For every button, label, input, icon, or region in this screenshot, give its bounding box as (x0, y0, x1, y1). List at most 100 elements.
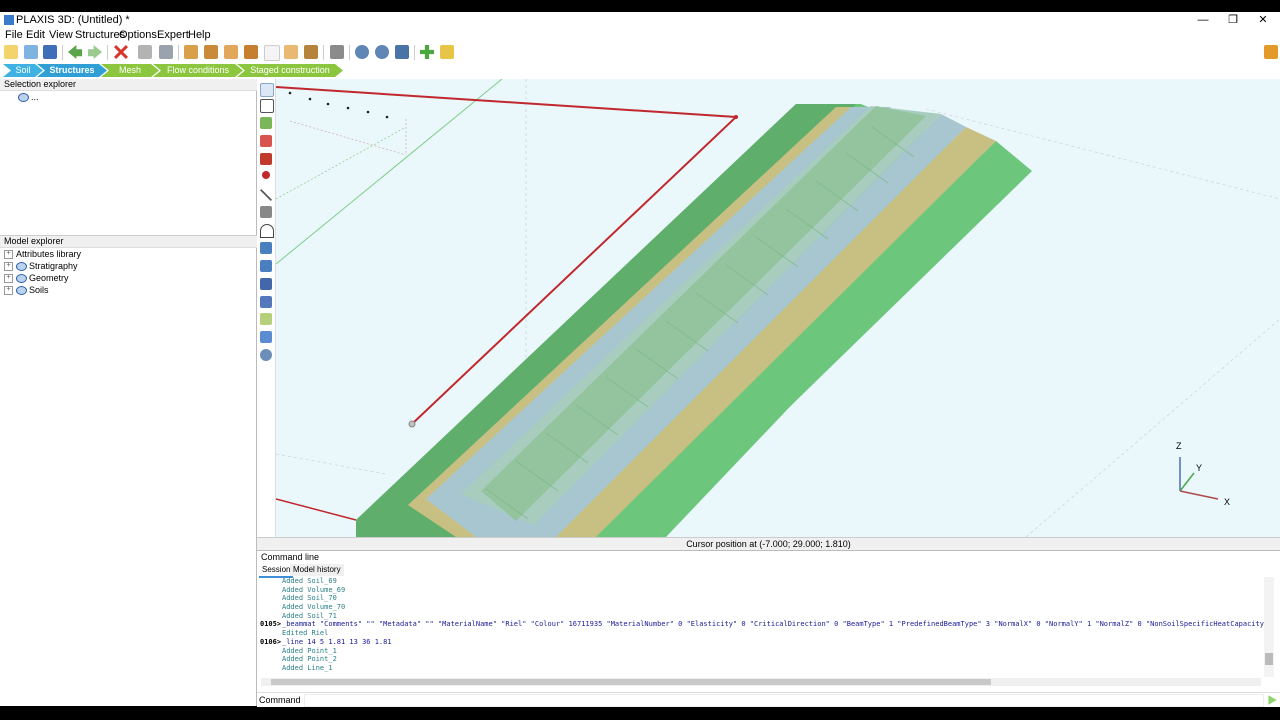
tree-item-soils[interactable]: + Soils (4, 284, 49, 296)
axis-x-label: X (1224, 497, 1230, 507)
log-horizontal-scrollbar[interactable] (261, 678, 1261, 686)
structures-toolbar (257, 79, 276, 537)
model-explorer-header: Model explorer (0, 235, 259, 248)
expand-icon[interactable]: + (4, 262, 13, 272)
left-panel: Selection explorer ... Model explorer + A… (0, 79, 259, 706)
create-borehole-icon[interactable] (260, 135, 272, 147)
axis-z-label: Z (1176, 441, 1182, 451)
eye-icon[interactable] (16, 274, 27, 284)
log-line-text: Added Soil_69 (282, 577, 337, 585)
menu-view[interactable]: View (49, 29, 73, 41)
select-options-icon[interactable] (440, 45, 454, 59)
tab-staged-construction[interactable]: Staged construction (237, 64, 343, 77)
redo-icon[interactable] (88, 45, 102, 59)
view-front-icon[interactable] (204, 45, 218, 59)
log-line-text: Added Line_1 (282, 663, 333, 672)
tunnel-designer-icon[interactable] (260, 224, 274, 238)
expand-icon[interactable]: + (4, 274, 13, 284)
tab-mesh[interactable]: Mesh (101, 64, 159, 77)
create-drain-icon[interactable] (260, 313, 272, 325)
log-line-text: Added Soil_71 (282, 611, 337, 620)
import-geometry-icon[interactable] (138, 45, 152, 59)
tab-session[interactable]: Session (259, 564, 294, 578)
command-input[interactable] (304, 694, 1264, 707)
create-distributed-load-icon[interactable] (260, 260, 272, 272)
menu-options[interactable]: Options (119, 29, 157, 41)
expand-icon[interactable]: + (4, 250, 13, 260)
create-surface-icon[interactable] (260, 99, 274, 113)
array-icon[interactable] (260, 153, 272, 165)
log-line: Added Line_1 (260, 664, 1265, 673)
menu-structures[interactable]: Structures (75, 29, 125, 41)
open-project-icon[interactable] (24, 45, 38, 59)
tree-item-stratigraphy[interactable]: + Stratigraphy (4, 260, 78, 272)
create-point-icon[interactable] (262, 171, 270, 179)
tree-item-attributes-library[interactable]: + Attributes library (4, 248, 81, 260)
title-bar: PLAXIS 3D: (Untitled) * — ❐ ✕ (0, 12, 1280, 29)
zoom-in-icon[interactable] (355, 45, 369, 59)
view-top-icon[interactable] (284, 45, 298, 59)
eye-icon[interactable] (18, 93, 29, 103)
window-title: PLAXIS 3D: (Untitled) * (16, 14, 130, 26)
undo-icon[interactable] (68, 45, 82, 59)
print-icon[interactable] (159, 45, 173, 59)
menu-file[interactable]: File (5, 29, 23, 41)
model-view[interactable]: Z Y X (276, 79, 1280, 537)
expand-icon[interactable]: + (4, 286, 13, 296)
hide-show-icon[interactable] (330, 45, 344, 59)
3d-viewport[interactable]: Z Y X (276, 79, 1280, 537)
log-line-text: Added Soil_70 (282, 594, 337, 603)
view-home-icon[interactable] (184, 45, 198, 59)
log-vertical-scrollbar[interactable] (1264, 577, 1274, 677)
run-command-icon[interactable] (1268, 695, 1277, 705)
create-interface-icon[interactable] (260, 278, 272, 290)
scroll-thumb[interactable] (1265, 653, 1273, 665)
create-well-icon[interactable] (260, 331, 272, 343)
command-panel: Command line Session Model history Added… (257, 550, 1280, 707)
eye-icon[interactable] (16, 262, 27, 272)
tree-item-label: Geometry (29, 273, 69, 283)
selection-item-label: ... (31, 92, 39, 102)
new-project-icon[interactable] (4, 45, 18, 59)
view-left-icon[interactable] (244, 45, 258, 59)
menu-expert[interactable]: Expert (157, 29, 189, 41)
point-2[interactable] (734, 115, 738, 119)
create-load-icon[interactable] (260, 242, 272, 254)
select-cursor-icon[interactable] (260, 83, 274, 97)
command-label: Command (259, 695, 301, 705)
restore-button[interactable]: ❐ (1218, 13, 1248, 28)
log-line-text: _beammat "Comments" "" "Metadata" "" "Ma… (282, 620, 1265, 629)
menu-bar: File Edit View Structures Options Expert… (0, 29, 1280, 42)
delete-icon[interactable] (114, 45, 128, 59)
tab-flow-conditions[interactable]: Flow conditions (153, 64, 243, 77)
menu-help[interactable]: Help (188, 29, 211, 41)
log-line-text: Added Volume_69 (282, 585, 346, 594)
log-line-text: Added Volume_70 (282, 603, 346, 612)
view-bottom-icon[interactable] (304, 45, 318, 59)
zoom-out-icon[interactable] (375, 45, 389, 59)
zoom-window-icon[interactable] (395, 45, 409, 59)
tab-soil[interactable]: Soil (3, 64, 43, 77)
tab-structures[interactable]: Structures (37, 64, 107, 77)
close-button[interactable]: ✕ (1248, 13, 1278, 28)
show-materials-icon[interactable] (260, 349, 272, 361)
import-soil-icon[interactable] (260, 117, 272, 129)
selection-explorer-item[interactable]: ... (18, 91, 39, 103)
pan-view-icon[interactable] (420, 45, 434, 59)
view-back-icon[interactable] (224, 45, 238, 59)
scroll-thumb[interactable] (271, 679, 991, 685)
tab-model-history[interactable]: Model history (290, 564, 344, 576)
eye-icon[interactable] (16, 286, 27, 296)
tree-item-geometry[interactable]: + Geometry (4, 272, 69, 284)
create-anchor-icon[interactable] (260, 296, 272, 308)
create-polygon-icon[interactable] (260, 206, 272, 218)
point-1[interactable] (408, 420, 416, 428)
menu-edit[interactable]: Edit (26, 29, 45, 41)
log-line: Added Soil_69 (260, 577, 1265, 586)
view-right-icon[interactable] (264, 45, 280, 61)
minimize-button[interactable]: — (1188, 13, 1218, 28)
log-line: Added Point_2 (260, 655, 1265, 664)
log-line-number: 0106> (260, 637, 282, 646)
save-project-icon[interactable] (43, 45, 57, 59)
create-line-icon[interactable] (260, 189, 272, 201)
